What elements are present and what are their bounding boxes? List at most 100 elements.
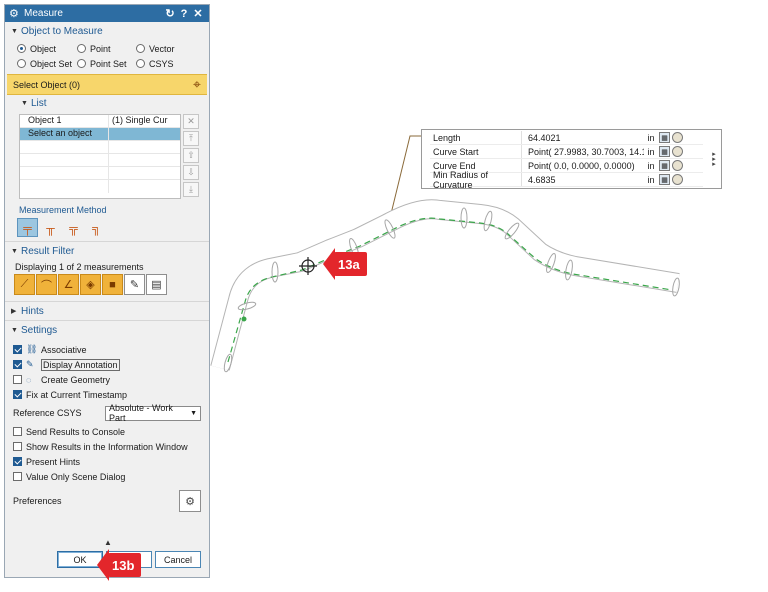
method-angle-icon[interactable]: ╗	[86, 218, 107, 237]
checkbox[interactable]	[13, 472, 22, 481]
radio-point[interactable]: Point	[77, 44, 136, 54]
radio-object[interactable]: Object	[17, 44, 77, 54]
expand-arrow-icon: ▶	[11, 308, 17, 315]
collapse-arrow-icon: ▼	[11, 326, 18, 334]
reset-icon[interactable]: ↻	[163, 7, 177, 20]
radio-label: Point	[90, 43, 111, 54]
result-filter-section: ▼ Result Filter Displaying 1 of 2 measur…	[5, 242, 209, 302]
reference-csys-value: Absolute - Work Part	[109, 403, 173, 423]
display-annotation-checkbox[interactable]: ✎ Display Annotation	[13, 357, 209, 372]
list-header[interactable]: ▼ List	[5, 95, 209, 111]
hints-header[interactable]: ▶ Hints	[5, 302, 209, 320]
reference-csys-label: Reference CSYS	[13, 408, 82, 418]
fix-timestamp-checkbox[interactable]: Fix at Current Timestamp	[13, 387, 209, 402]
filter-distance-icon[interactable]: ⟋	[14, 274, 35, 295]
list-item-value	[109, 128, 180, 140]
checkbox[interactable]	[13, 457, 22, 466]
remove-icon[interactable]: ✕	[183, 114, 199, 129]
list-item-name: Select an object	[20, 128, 109, 140]
filter-volume-icon[interactable]: ■	[102, 274, 123, 295]
radio-object-set[interactable]: Object Set	[17, 59, 77, 69]
settings-header[interactable]: ▼ Settings	[5, 321, 209, 339]
copy-icon[interactable]: ▦	[659, 132, 670, 143]
copy-icon[interactable]: ▦	[659, 160, 670, 171]
move-down-icon[interactable]: ⇩	[183, 165, 199, 180]
list-item[interactable]: Object 1 (1) Single Cur	[20, 115, 180, 128]
radio-csys[interactable]: CSYS	[136, 59, 174, 69]
method-projected-icon[interactable]: ╥	[40, 218, 61, 237]
method-distance-icon[interactable]: ╤	[17, 218, 38, 237]
list-title: List	[31, 97, 47, 109]
select-object-label: Select Object (0)	[13, 79, 81, 90]
filter-curve-icon[interactable]: ⌒	[36, 274, 57, 295]
create-geometry-checkbox[interactable]: ◌ Create Geometry	[13, 372, 209, 387]
measurement-unit: in	[647, 132, 655, 143]
hints-section: ▶ Hints	[5, 302, 209, 321]
measurement-value: Point( 0.0, 0.0000, 0.0000)	[528, 160, 635, 171]
object-to-measure-header[interactable]: ▼ Object to Measure	[5, 22, 209, 40]
panel-grip-icon[interactable]: ▸ ▸ ▸	[710, 151, 718, 168]
radio-vector[interactable]: Vector	[136, 44, 175, 54]
checkbox[interactable]	[13, 360, 22, 369]
present-hints-checkbox[interactable]: Present Hints	[13, 454, 209, 469]
value-only-checkbox[interactable]: Value Only Scene Dialog	[13, 469, 209, 484]
dialog-title: Measure	[24, 8, 63, 19]
section-title: Hints	[21, 305, 44, 317]
cancel-button[interactable]: Cancel	[155, 551, 201, 568]
associative-icon: ⛓	[26, 344, 38, 354]
settings-section: ▼ Settings ⛓ Associative ✎ Display Annot…	[5, 321, 209, 514]
result-filter-status: Displaying 1 of 2 measurements	[15, 262, 144, 272]
reference-csys-select[interactable]: Absolute - Work Part ▼	[105, 403, 201, 423]
method-screen-icon[interactable]: ╦	[63, 218, 84, 237]
radio-label: CSYS	[149, 58, 174, 69]
crosshair-target-icon[interactable]: ⌖	[187, 75, 207, 94]
checkbox[interactable]	[13, 442, 22, 451]
filter-area-icon[interactable]: ◈	[80, 274, 101, 295]
copy-icon[interactable]: ▦	[659, 146, 670, 157]
close-icon[interactable]: ✕	[191, 7, 205, 20]
show-info-window-checkbox[interactable]: Show Results in the Information Window	[13, 439, 209, 454]
move-bottom-icon[interactable]: ⤓	[183, 182, 199, 197]
collapse-grip-icon[interactable]: ▲	[104, 538, 112, 547]
preferences-gear-icon[interactable]: ⚙	[179, 490, 201, 512]
checkbox-label: Present Hints	[26, 456, 81, 467]
help-icon[interactable]: ?	[177, 8, 191, 20]
measurement-method-label: Measurement Method	[19, 205, 107, 215]
view-icon[interactable]	[672, 174, 683, 185]
callout-13a: 13a	[323, 248, 367, 280]
section-title: Object to Measure	[21, 25, 103, 37]
checkbox[interactable]	[13, 375, 22, 384]
copy-icon[interactable]: ▦	[659, 174, 670, 185]
checkbox[interactable]	[13, 390, 22, 399]
radio-label: Point Set	[90, 58, 127, 69]
measurement-label: Length	[430, 131, 522, 144]
filter-angle-icon[interactable]: ∠	[58, 274, 79, 295]
filter-annotation-icon[interactable]: ✎	[124, 274, 145, 295]
checkbox[interactable]	[13, 427, 22, 436]
move-top-icon[interactable]: ⤒	[183, 131, 199, 146]
dialog-titlebar[interactable]: ⚙ Measure ↻ ? ✕	[5, 5, 209, 22]
filter-list-icon[interactable]: ▤	[146, 274, 167, 295]
move-up-icon[interactable]: ⇧	[183, 148, 199, 163]
checkbox[interactable]	[13, 345, 22, 354]
gear-icon: ⚙	[9, 8, 19, 20]
measurement-row: Curve Start Point( 27.9983, 30.7003, 14.…	[430, 145, 703, 159]
select-object-row[interactable]: Select Object (0) ⌖	[7, 74, 207, 95]
measurement-row: Min Radius of Curvature 4.6835 in ▦	[430, 170, 703, 190]
tube-body[interactable]	[210, 199, 680, 371]
radio-point-set[interactable]: Point Set	[77, 59, 136, 69]
measurement-unit: in	[647, 160, 655, 171]
object-list[interactable]: Object 1 (1) Single Cur Select an object	[19, 114, 181, 199]
view-icon[interactable]	[672, 132, 683, 143]
view-icon[interactable]	[672, 146, 683, 157]
measurement-label: Curve Start	[430, 145, 522, 158]
list-item[interactable]: Select an object	[20, 128, 180, 141]
checkbox-label: Associative	[41, 344, 87, 355]
result-filter-header[interactable]: ▼ Result Filter	[5, 242, 209, 260]
radio-label: Object	[30, 43, 57, 54]
radio-label: Object Set	[30, 58, 73, 69]
associative-checkbox[interactable]: ⛓ Associative	[13, 342, 209, 357]
tube-centerline[interactable]	[227, 217, 673, 363]
send-console-checkbox[interactable]: Send Results to Console	[13, 424, 209, 439]
view-icon[interactable]	[672, 160, 683, 171]
